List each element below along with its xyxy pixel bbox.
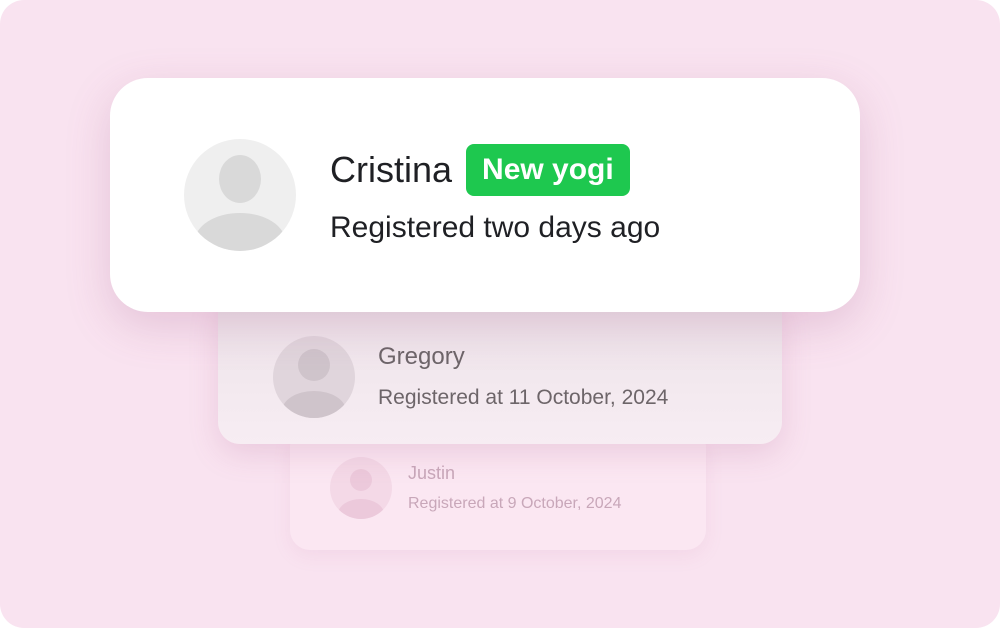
avatar-head bbox=[298, 349, 330, 381]
user-info: Justin Registered at 9 October, 2024 bbox=[408, 462, 621, 514]
user-name: Justin bbox=[408, 463, 456, 483]
registration-date: Registered at 11 October, 2024 bbox=[378, 386, 669, 409]
avatar-body bbox=[282, 391, 346, 418]
avatar-head bbox=[219, 155, 261, 203]
user-card-gregory[interactable]: Gregory Registered at 11 October, 2024 bbox=[218, 292, 782, 444]
user-avatar-icon bbox=[273, 336, 355, 418]
registration-feed: Justin Registered at 9 October, 2024 Gre… bbox=[0, 0, 1000, 628]
user-avatar-icon bbox=[184, 139, 296, 251]
registration-date: Registered at 9 October, 2024 bbox=[408, 495, 622, 512]
user-card-justin[interactable]: Justin Registered at 9 October, 2024 bbox=[290, 426, 706, 550]
user-avatar-icon bbox=[330, 457, 392, 519]
avatar-head bbox=[350, 469, 372, 491]
name-row: Cristina New yogi bbox=[330, 144, 660, 196]
registration-status: Registered two days ago bbox=[330, 211, 661, 244]
user-info: Gregory Registered at 11 October, 2024 bbox=[378, 343, 668, 411]
user-info: Cristina New yogi Registered two days ag… bbox=[330, 144, 660, 246]
user-card-cristina[interactable]: Cristina New yogi Registered two days ag… bbox=[110, 78, 860, 312]
user-name: Gregory bbox=[378, 343, 465, 370]
avatar-body bbox=[195, 213, 285, 251]
avatar-body bbox=[338, 499, 384, 519]
user-name: Cristina bbox=[330, 149, 453, 190]
new-yogi-badge: New yogi bbox=[466, 144, 630, 196]
